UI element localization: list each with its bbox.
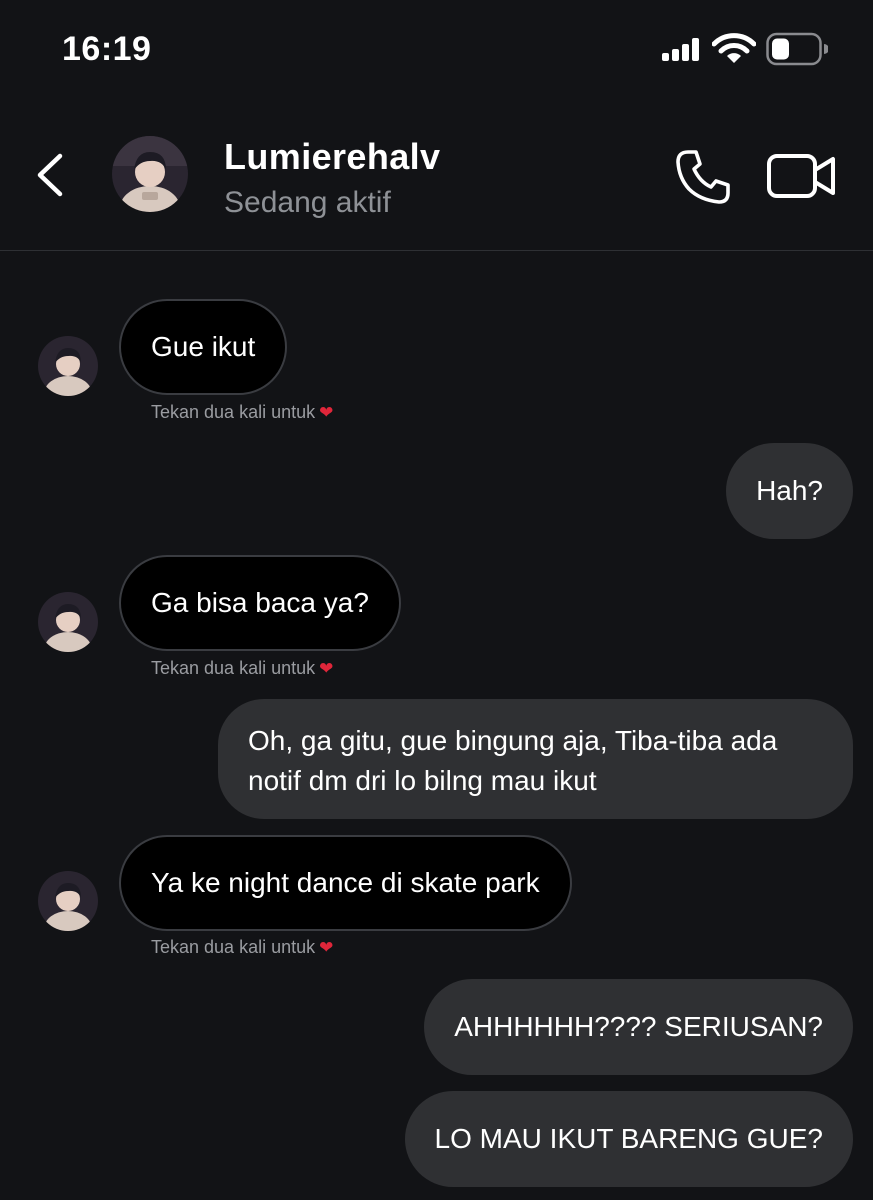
status-bar: 16:19 (0, 0, 873, 100)
incoming-message[interactable]: Gue ikut (119, 299, 288, 395)
heart-icon: ❤ (319, 403, 334, 422)
incoming-message[interactable]: Ga bisa baca ya? (119, 555, 401, 651)
heart-icon: ❤ (319, 659, 334, 678)
battery-icon (766, 32, 828, 66)
contact-name[interactable]: Lumierehalv (224, 136, 440, 178)
double-tap-hint-text: Tekan dua kali untuk (151, 658, 316, 678)
phone-call-button[interactable] (674, 148, 732, 206)
double-tap-hint-text: Tekan dua kali untuk (151, 402, 316, 422)
outgoing-message[interactable]: AHHHHHH???? SERIUSAN? (424, 979, 853, 1075)
sender-avatar[interactable] (38, 871, 98, 931)
chat-header: Lumierehalv Sedang aktif (0, 100, 873, 251)
outgoing-message[interactable]: LO MAU IKUT BARENG GUE? (404, 1091, 853, 1187)
double-tap-hint: Tekan dua kali untuk ❤ (151, 402, 333, 423)
double-tap-hint-text: Tekan dua kali untuk (151, 937, 316, 957)
sender-avatar[interactable] (38, 336, 98, 396)
back-button[interactable] (30, 150, 70, 200)
incoming-message[interactable]: Ya ke night dance di skate park (119, 835, 572, 931)
contact-avatar[interactable] (112, 136, 188, 212)
status-time: 16:19 (62, 30, 152, 68)
sender-avatar[interactable] (38, 592, 98, 652)
double-tap-hint: Tekan dua kali untuk ❤ (151, 937, 333, 958)
cellular-signal-icon (662, 37, 702, 61)
outgoing-message[interactable]: Hah? (726, 443, 853, 539)
video-call-button[interactable] (766, 152, 838, 200)
wifi-icon (712, 33, 756, 63)
contact-status: Sedang aktif (224, 186, 391, 219)
heart-icon: ❤ (319, 938, 334, 957)
outgoing-message[interactable]: Oh, ga gitu, gue bingung aja, Tiba-tiba … (218, 699, 853, 819)
double-tap-hint: Tekan dua kali untuk ❤ (151, 658, 333, 679)
